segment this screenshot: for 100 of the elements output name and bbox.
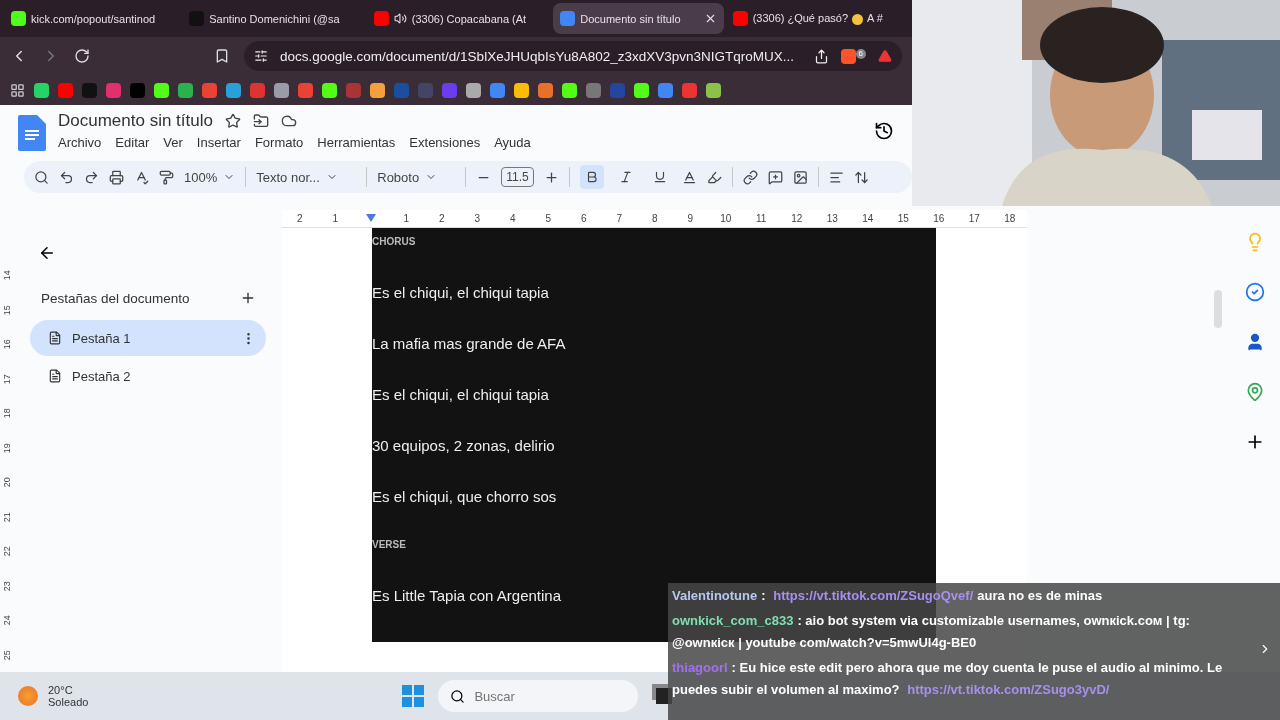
- bookmark-icon[interactable]: [214, 48, 230, 64]
- italic-icon: [618, 170, 633, 184]
- move-folder-icon[interactable]: [252, 113, 269, 129]
- menu-item[interactable]: Extensiones: [409, 135, 481, 150]
- tiktok-icon: [189, 11, 205, 26]
- chat-link[interactable]: https://vt.tiktok.com/ZSugoQvef/: [773, 588, 974, 603]
- chat-username: thiagoorl: [672, 660, 728, 675]
- menu-item[interactable]: Herramientas: [317, 135, 396, 150]
- bookmark-icon[interactable]: [706, 82, 721, 98]
- menu-item[interactable]: Formato: [254, 135, 304, 150]
- add-tab-icon[interactable]: [240, 290, 256, 306]
- kick-icon: [11, 11, 26, 26]
- section-label: CHORUS: [372, 236, 416, 247]
- font-dropdown[interactable]: Roboto: [377, 169, 456, 185]
- bold-button[interactable]: [579, 165, 604, 189]
- document-tab[interactable]: Pestaña 2: [30, 358, 266, 394]
- reload-icon[interactable]: [74, 48, 90, 64]
- spellcheck-icon[interactable]: [134, 169, 149, 185]
- menu-item[interactable]: Editar: [115, 135, 150, 150]
- comment-icon[interactable]: [767, 169, 783, 185]
- contacts-icon[interactable]: [1245, 332, 1265, 352]
- outline-heading: Pestañas del documento: [41, 290, 190, 306]
- text-color-icon[interactable]: [681, 169, 697, 185]
- link-icon[interactable]: [742, 169, 758, 185]
- share-icon[interactable]: [813, 48, 829, 64]
- lyric-line: Es el chiqui, que chorro sos: [372, 488, 557, 505]
- bookmark-icon[interactable]: [274, 82, 289, 98]
- history-icon[interactable]: [874, 121, 894, 141]
- chat-message: Valentinotune : https://vt.tiktok.com/ZSugoQvef/ aura no es de minas: [672, 587, 1104, 605]
- chat-username: ownkick_com_c833: [672, 613, 794, 628]
- temperature: 20°C: [48, 684, 74, 696]
- search-field[interactable]: Buscar: [438, 680, 639, 712]
- image-icon[interactable]: [792, 169, 808, 185]
- menu-item[interactable]: Ver: [163, 135, 183, 150]
- bookmark-icon[interactable]: [466, 82, 481, 98]
- paint-format-icon[interactable]: [159, 169, 174, 185]
- search-icon[interactable]: [34, 169, 49, 185]
- font-size-field[interactable]: 11.5: [501, 167, 534, 187]
- lyric-line: La mafia mas grande de AFA: [372, 335, 566, 352]
- lyric-line: Es Little Tapia con Argentina: [372, 587, 562, 604]
- bookmark-icon[interactable]: [322, 82, 337, 98]
- youtube-icon: [373, 11, 389, 26]
- chat-username: Valentinotune: [672, 588, 758, 603]
- document-tab[interactable]: Pestaña 1: [30, 320, 266, 356]
- cloud-icon[interactable]: [280, 113, 297, 129]
- browser-tab[interactable]: (3306) Copacabana (At: [366, 3, 552, 34]
- highlight-icon[interactable]: [706, 169, 722, 185]
- redo-icon[interactable]: [84, 169, 99, 185]
- bookmark-icon[interactable]: [178, 82, 193, 98]
- undo-icon[interactable]: [59, 169, 74, 185]
- indent-marker-icon[interactable]: [365, 214, 376, 222]
- docs-icon: [560, 11, 576, 26]
- back-icon[interactable]: [38, 244, 56, 262]
- zoom-dropdown[interactable]: 100%: [184, 169, 236, 185]
- bookmark-icon[interactable]: [634, 82, 649, 98]
- scrollbar-thumb[interactable]: [1214, 290, 1222, 328]
- tasks-icon[interactable]: [1245, 282, 1265, 302]
- browser-tab[interactable]: (3306) ¿Qué pasó? A #: [725, 3, 909, 34]
- emoji-icon: [852, 13, 863, 25]
- start-icon[interactable]: [402, 685, 425, 707]
- chat-message: thiagoorl : Eu hice este edit pero ahora que me doy cuenta le puse el audio al minimo. Le puedes subir el volumen al maximo? https://vt.tiktok.com/ZSugo3yvD/: [672, 659, 1224, 699]
- ruler: 2 1 1 2 3 4 5 6 7 8 9 10 11 12 13 14 15 16 17 18: [282, 210, 1027, 228]
- docs-logo-icon: [18, 115, 46, 151]
- bookmark-icon[interactable]: [226, 82, 241, 98]
- maps-icon[interactable]: [1245, 382, 1265, 402]
- weather-label: Soleado: [48, 696, 89, 708]
- bookmark-icon[interactable]: [562, 82, 577, 98]
- bookmark-icon[interactable]: [154, 82, 169, 98]
- align-icon[interactable]: [828, 169, 844, 185]
- star-icon[interactable]: [224, 113, 241, 129]
- chat-message: ownkick_com_c833 : aio bot system via customizable usernames, ownкick.coм | tg: @ownкicк | youtube com/watch?v=5mwUl4g-BE0: [672, 610, 1276, 654]
- browser-tab[interactable]: Documento sin título: [553, 3, 724, 34]
- browser-tab[interactable]: Santino Domenichini (@sa: [182, 3, 365, 34]
- bookmark-icon[interactable]: [34, 82, 49, 98]
- speaker-icon: [393, 12, 407, 25]
- lyric-line: Es el chiqui, el chiqui tapia: [372, 284, 549, 301]
- document-icon: [48, 369, 62, 383]
- menu-item[interactable]: Ayuda: [494, 135, 531, 150]
- increase-size-icon[interactable]: [543, 169, 559, 185]
- sun-icon: [18, 686, 38, 706]
- rewards-icon[interactable]: [878, 49, 892, 63]
- menu-item[interactable]: Archivo: [58, 135, 102, 150]
- line-spacing-icon[interactable]: [853, 169, 869, 185]
- menu-item[interactable]: Insertar: [196, 135, 241, 150]
- site-settings-icon: [254, 49, 268, 63]
- lyric-line: 30 equipos, 2 zonas, delirio: [372, 437, 555, 454]
- section-label: VERSE: [372, 539, 406, 550]
- print-icon[interactable]: [109, 169, 124, 185]
- bookmark-icon[interactable]: [538, 82, 553, 98]
- document-title[interactable]: Documento sin título: [58, 111, 213, 131]
- bookmark-icon[interactable]: [370, 82, 385, 98]
- underline-icon: [652, 170, 667, 184]
- side-ruler: 14 15 16 17 18 19 20 21 22 23 24 25: [1, 269, 13, 662]
- bookmark-icon[interactable]: [514, 82, 529, 98]
- style-dropdown[interactable]: Texto nor...: [256, 169, 357, 185]
- apps-icon[interactable]: [10, 82, 25, 98]
- document-icon: [48, 331, 62, 345]
- youtube-icon: [732, 11, 748, 26]
- browser-tab[interactable]: kick.com/popout/santinod: [4, 3, 181, 34]
- address-field[interactable]: docs.google.com/document/d/1SblXeJHUqbIsYu8A802_z3xdXV3pvn3NIGTqroMUX... 6: [244, 41, 902, 71]
